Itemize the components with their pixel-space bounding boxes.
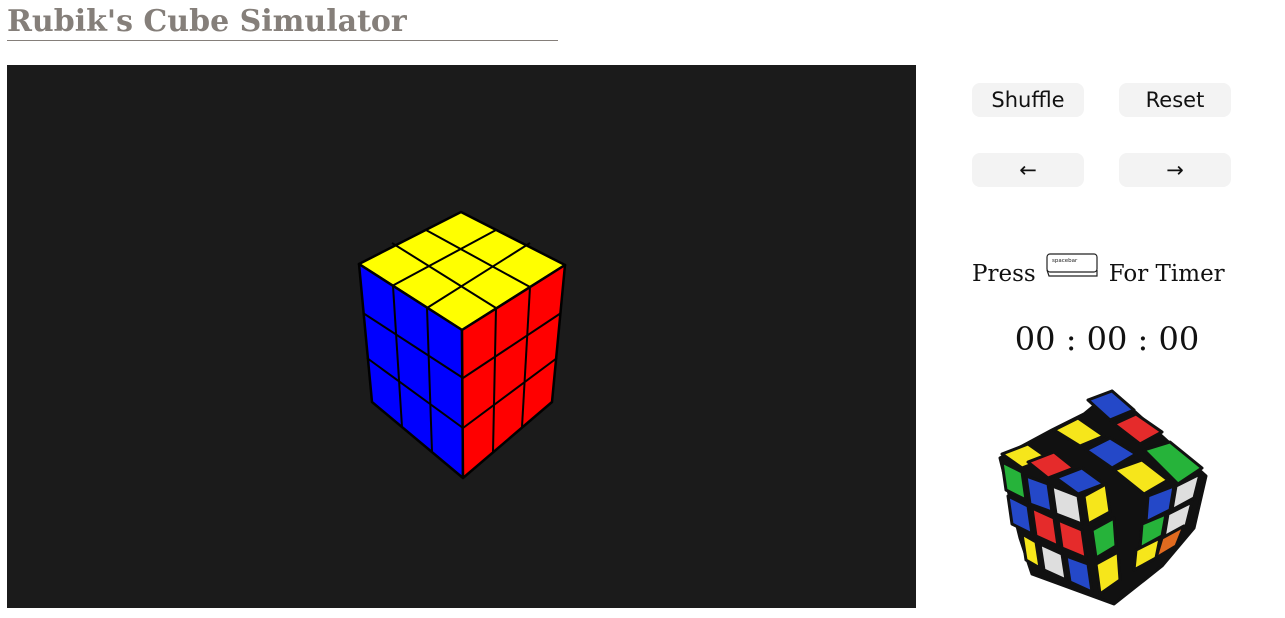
redo-button[interactable]: → xyxy=(1119,153,1231,187)
left-arrow-icon: ← xyxy=(1019,158,1037,182)
spacebar-key-label: spacebar xyxy=(1052,258,1078,264)
cube-3d-render[interactable] xyxy=(7,65,916,608)
timer-press-label: Press xyxy=(972,261,1036,287)
cube-3d-viewport[interactable] xyxy=(7,65,916,608)
timer-display: 00 : 00 : 00 xyxy=(1014,320,1200,358)
undo-button[interactable]: ← xyxy=(972,153,1084,187)
spacebar-key-icon: spacebar xyxy=(1046,253,1100,285)
rubiks-cube-illustration xyxy=(996,388,1208,612)
page-title: Rubik's Cube Simulator xyxy=(7,4,558,41)
reset-button[interactable]: Reset xyxy=(1119,83,1231,117)
shuffle-button[interactable]: Shuffle xyxy=(972,83,1084,117)
timer-hint: Press spacebar For Timer xyxy=(972,253,1242,292)
right-arrow-icon: → xyxy=(1166,158,1184,182)
timer-suffix-label: For Timer xyxy=(1108,261,1225,287)
